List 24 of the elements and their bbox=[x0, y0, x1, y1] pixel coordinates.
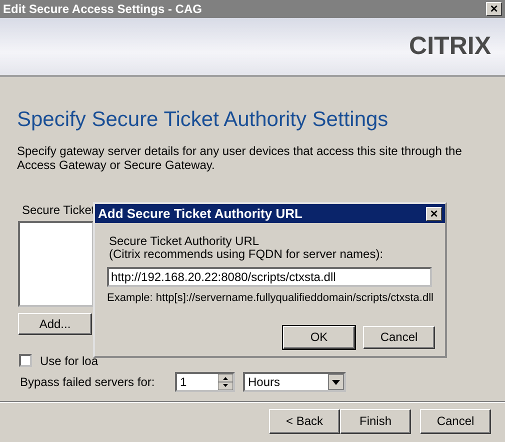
unit-dropdown[interactable]: Hours bbox=[243, 372, 346, 392]
spin-field[interactable]: 1 bbox=[175, 372, 235, 392]
close-button[interactable]: × bbox=[486, 2, 502, 16]
prompt-label: Secure Ticket Authority URL bbox=[109, 235, 260, 248]
bypass-label: Bypass failed servers for: bbox=[20, 374, 156, 390]
dialog-title: Add Secure Ticket Authority URL bbox=[98, 204, 302, 223]
page-heading: Specify Secure Ticket Authority Settings bbox=[17, 107, 390, 133]
spin-arrows-icon bbox=[218, 374, 233, 390]
cancel-button[interactable]: Cancel bbox=[420, 408, 491, 434]
load-balancing-checkbox[interactable] bbox=[19, 354, 32, 367]
window-title: Edit Secure Access Settings - CAG bbox=[3, 1, 202, 18]
description-text: Specify gateway server details for any user devices that access this site through the Access Gateway or Secure Gateway. bbox=[17, 144, 463, 172]
finish-button[interactable]: Finish bbox=[340, 408, 411, 434]
add-button[interactable]: Add... bbox=[18, 312, 92, 334]
checkbox-label: Use for loa bbox=[40, 352, 98, 370]
cancel-button[interactable]: Cancel bbox=[363, 326, 435, 348]
sta-listbox[interactable] bbox=[18, 220, 94, 306]
ok-button[interactable]: OK bbox=[283, 326, 355, 348]
hint-label: (Citrix recommends using FQDN for server names): bbox=[109, 248, 384, 261]
back-button[interactable]: < Back bbox=[269, 408, 340, 434]
logo: CITRIX bbox=[409, 30, 491, 62]
example-text: Example: http[s]://servername.fullyqualifieddomain/scripts/ctxsta.dll bbox=[107, 291, 434, 306]
url-field[interactable]: http://192.168.20.22:8080/scripts/ctxsta.dll bbox=[107, 267, 432, 287]
close-button[interactable]: × bbox=[426, 206, 442, 220]
